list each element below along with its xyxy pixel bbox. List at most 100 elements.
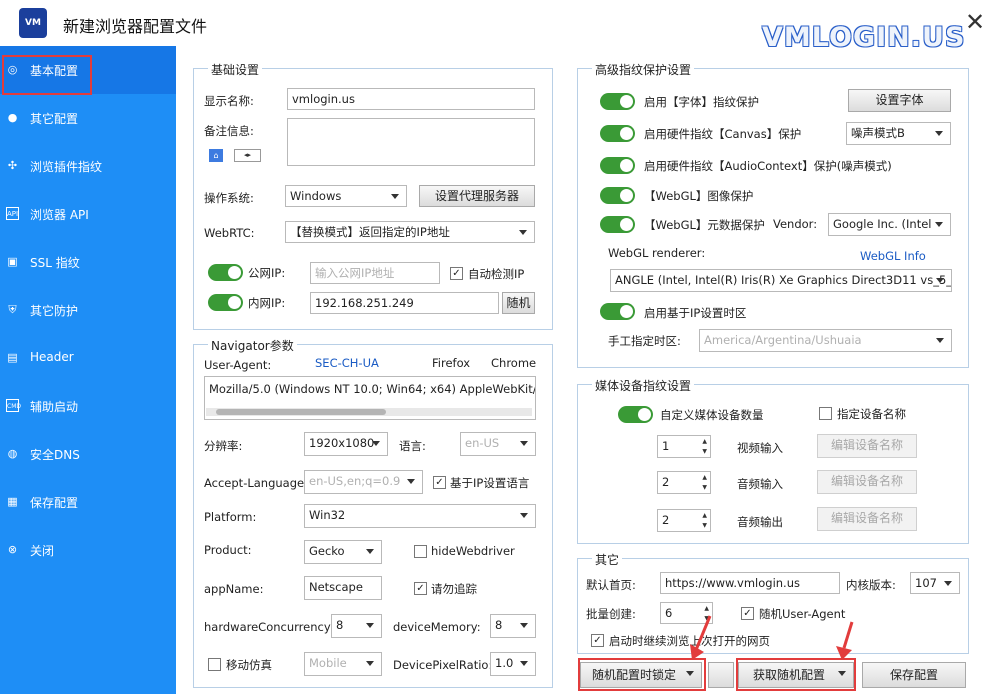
dnt-checkbox[interactable]: ✓ bbox=[414, 582, 427, 595]
audio-output-label: 音频输出 bbox=[737, 515, 783, 529]
title-bar: VM 新建浏览器配置文件 VMLOGIN.US ✕ bbox=[0, 0, 994, 53]
panel-title: 基础设置 bbox=[208, 61, 263, 78]
webgl-info-link[interactable]: WebGL Info bbox=[860, 249, 926, 263]
named-devices-label: 指定设备名称 bbox=[837, 407, 906, 421]
hide-webdriver-checkbox[interactable] bbox=[414, 545, 427, 558]
annotation-arrow-right bbox=[836, 621, 854, 660]
public-ip-label: 公网IP: bbox=[248, 266, 286, 280]
globe-icon: ◍ bbox=[7, 447, 18, 460]
os-label: 操作系统: bbox=[204, 191, 254, 205]
kernel-select[interactable]: 107 bbox=[910, 572, 960, 594]
product-select[interactable]: Gecko bbox=[304, 540, 382, 564]
canvas-toggle[interactable] bbox=[600, 125, 635, 142]
canvas-mode-select[interactable]: 噪声模式B bbox=[846, 122, 951, 145]
highlight-lock bbox=[578, 658, 706, 691]
panel-title: Navigator参数 bbox=[208, 337, 297, 354]
lan-ip-input[interactable]: 192.168.251.249 bbox=[310, 292, 499, 314]
lan-ip-toggle[interactable] bbox=[208, 294, 243, 311]
edit-audio-out-names-button[interactable]: 编辑设备名称 bbox=[817, 507, 917, 531]
random-ua-checkbox[interactable]: ✓ bbox=[741, 607, 754, 620]
auto-detect-checkbox[interactable]: ✓ bbox=[450, 267, 463, 280]
edit-video-names-button[interactable]: 编辑设备名称 bbox=[817, 434, 917, 458]
webgl-image-label: 【WebGL】图像保护 bbox=[644, 189, 754, 203]
mobile-emulation-checkbox[interactable] bbox=[208, 658, 221, 671]
name-input[interactable]: vmlogin.us bbox=[287, 88, 535, 110]
navigator-panel: Navigator参数 User-Agent: SEC-CH-UA Firefo… bbox=[193, 337, 553, 688]
video-input-label: 视频输入 bbox=[737, 441, 783, 455]
kernel-label: 内核版本: bbox=[846, 578, 896, 592]
video-input-stepper[interactable]: 1 bbox=[657, 432, 711, 462]
horizontal-scrollbar[interactable] bbox=[206, 408, 532, 416]
renderer-label: WebGL renderer: bbox=[608, 246, 706, 260]
scrollbar-thumb[interactable] bbox=[216, 409, 386, 415]
sidebar-item-protection[interactable]: ⛨ 其它防护 bbox=[0, 286, 176, 334]
random-ip-button[interactable]: 随机 bbox=[502, 292, 535, 314]
dpr-select[interactable]: 1.0 bbox=[490, 652, 536, 676]
shield-icon: ⛨ bbox=[8, 303, 17, 316]
public-ip-input[interactable]: 输入公网IP地址 bbox=[310, 262, 440, 284]
webgl-meta-toggle[interactable] bbox=[600, 216, 635, 233]
sidebar-item-dns[interactable]: ◍ 安全DNS bbox=[0, 430, 176, 478]
platform-select[interactable]: Win32 bbox=[304, 504, 536, 528]
header-icon: ▤ bbox=[7, 351, 18, 364]
arrow-buttons-icon[interactable]: ◂▸ bbox=[234, 149, 261, 162]
sidebar-item-ssl[interactable]: ▣ SSL 指纹 bbox=[0, 238, 176, 286]
mobile-select[interactable]: Mobile bbox=[304, 652, 382, 676]
restore-session-checkbox[interactable]: ✓ bbox=[591, 634, 604, 647]
appname-label: appName: bbox=[204, 582, 264, 596]
renderer-select[interactable]: ANGLE (Intel, Intel(R) Iris(R) Xe Graphi… bbox=[610, 269, 952, 292]
edit-audio-in-names-button[interactable]: 编辑设备名称 bbox=[817, 470, 917, 494]
font-toggle[interactable] bbox=[600, 93, 635, 110]
language-select[interactable]: en-US bbox=[460, 432, 536, 456]
media-custom-toggle[interactable] bbox=[618, 406, 653, 423]
sec-ch-ua-link[interactable]: SEC-CH-UA bbox=[315, 356, 379, 370]
audio-toggle[interactable] bbox=[600, 157, 635, 174]
firefox-link[interactable]: Firefox bbox=[432, 356, 470, 370]
appname-input[interactable]: Netscape bbox=[304, 576, 382, 600]
homepage-label: 默认首页: bbox=[586, 578, 636, 592]
public-ip-toggle[interactable] bbox=[208, 264, 243, 281]
audio-output-stepper[interactable]: 2 bbox=[657, 506, 711, 536]
close-icon[interactable]: ✕ bbox=[963, 8, 987, 36]
language-label: 语言: bbox=[399, 439, 426, 453]
sidebar-item-close[interactable]: ⊗ 关闭 bbox=[0, 526, 176, 574]
highlight-get-random bbox=[736, 658, 856, 691]
timezone-toggle[interactable] bbox=[600, 303, 635, 320]
resolution-select[interactable]: 1920x1080 bbox=[304, 432, 388, 456]
brand-watermark: VMLOGIN.US bbox=[762, 22, 966, 53]
proxy-button[interactable]: 设置代理服务器 bbox=[419, 185, 535, 207]
os-select[interactable]: Windows bbox=[285, 185, 407, 207]
home-icon[interactable]: ⌂ bbox=[209, 149, 223, 162]
sidebar-item-save[interactable]: ▦ 保存配置 bbox=[0, 478, 176, 526]
sidebar-item-other[interactable]: ● 其它配置 bbox=[0, 94, 176, 142]
webrtc-select[interactable]: 【替换模式】返回指定的IP地址 bbox=[285, 221, 535, 243]
sidebar-item-api[interactable]: API 浏览器 API bbox=[0, 190, 176, 238]
webgl-image-toggle[interactable] bbox=[600, 187, 635, 204]
homepage-input[interactable]: https://www.vmlogin.us bbox=[660, 572, 840, 594]
sidebar-item-launch[interactable]: CMD 辅助启动 bbox=[0, 382, 176, 430]
note-textarea[interactable] bbox=[287, 118, 535, 166]
named-devices-checkbox[interactable] bbox=[819, 407, 832, 420]
vendor-select[interactable]: Google Inc. (Intel bbox=[828, 213, 951, 236]
ua-text: Mozilla/5.0 (Windows NT 10.0; Win64; x64… bbox=[209, 382, 535, 396]
chrome-link[interactable]: Chrome bbox=[491, 356, 536, 370]
accept-language-select[interactable]: en-US,en;q=0.9 bbox=[304, 470, 423, 494]
hide-webdriver-label: hideWebdriver bbox=[431, 544, 515, 558]
ip-language-checkbox[interactable]: ✓ bbox=[433, 476, 446, 489]
dnt-label: 请勿追踪 bbox=[431, 582, 477, 596]
save-icon: ▦ bbox=[7, 495, 18, 508]
user-agent-field[interactable]: Mozilla/5.0 (Windows NT 10.0; Win64; x64… bbox=[204, 376, 536, 420]
sidebar-item-header[interactable]: ▤ Header bbox=[0, 334, 176, 382]
audio-input-stepper[interactable]: 2 bbox=[657, 468, 711, 498]
sidebar: ◎ 基本配置 ● 其它配置 ✣ 浏览插件指纹 API 浏览器 API ▣ SSL 指纹 ⛨… bbox=[0, 46, 176, 694]
hw-concurrency-select[interactable]: 8 bbox=[331, 614, 382, 638]
set-font-button[interactable]: 设置字体 bbox=[848, 89, 951, 112]
product-label: Product: bbox=[204, 543, 252, 557]
device-memory-select[interactable]: 8 bbox=[490, 614, 536, 638]
sidebar-item-plugins[interactable]: ✣ 浏览插件指纹 bbox=[0, 142, 176, 190]
save-config-button[interactable]: 保存配置 bbox=[862, 662, 966, 688]
highlight-basic bbox=[2, 55, 92, 95]
timezone-select[interactable]: America/Argentina/Ushuaia bbox=[699, 329, 952, 352]
name-label: 显示名称: bbox=[204, 94, 254, 108]
api-icon: API bbox=[6, 207, 19, 220]
